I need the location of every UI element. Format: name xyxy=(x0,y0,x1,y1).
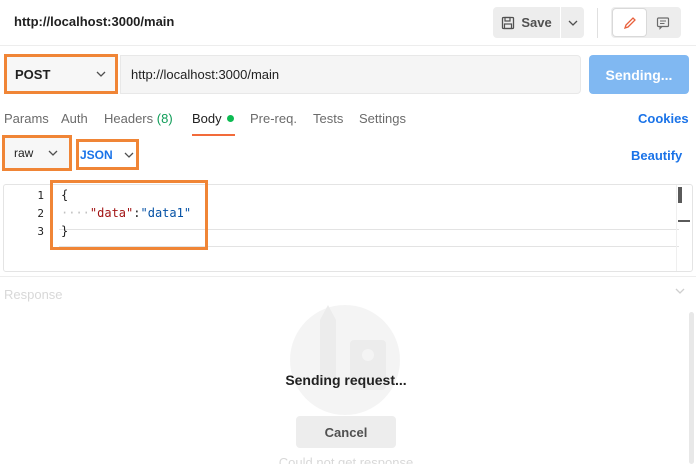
tab-params[interactable]: Params xyxy=(4,107,49,136)
cancel-button[interactable]: Cancel xyxy=(296,416,396,448)
active-tab-indicator xyxy=(192,134,235,136)
request-title[interactable]: http://localhost:3000/main xyxy=(14,14,174,29)
header-divider xyxy=(597,8,598,38)
tab-label: Pre-req. xyxy=(250,111,297,126)
save-options-button[interactable] xyxy=(560,7,584,38)
url-input[interactable]: http://localhost:3000/main xyxy=(120,55,581,94)
method-select[interactable]: POST xyxy=(4,54,118,94)
body-language-select[interactable]: JSON xyxy=(76,139,139,170)
tab-settings[interactable]: Settings xyxy=(359,107,406,136)
chevron-down-icon xyxy=(48,150,58,156)
tab-label: Params xyxy=(4,111,49,126)
chevron-down-icon xyxy=(124,152,134,158)
body-language-label: JSON xyxy=(80,147,113,162)
send-button[interactable]: Sending... xyxy=(589,55,689,94)
save-button[interactable]: Save xyxy=(493,7,560,38)
response-scrollbar[interactable] xyxy=(689,312,694,464)
tab-headers[interactable]: Headers (8) xyxy=(104,107,173,136)
tab-label: Settings xyxy=(359,111,406,126)
tab-tests[interactable]: Tests xyxy=(313,107,343,136)
response-label: Response xyxy=(4,287,63,302)
request-header: http://localhost:3000/main Save xyxy=(0,0,696,46)
line-number: 3 xyxy=(37,225,44,238)
tab-label: Body xyxy=(192,111,222,126)
editor-scroll-thumb[interactable] xyxy=(678,187,682,203)
sending-status: Sending request... xyxy=(285,372,407,388)
body-mode-select[interactable]: raw xyxy=(2,135,72,171)
tab-label: Tests xyxy=(313,111,344,126)
line-number: 1 xyxy=(37,189,44,202)
line-number-gutter: 1 2 3 xyxy=(4,185,48,271)
editor-scroll-marker xyxy=(678,220,690,222)
chevron-down-icon[interactable] xyxy=(675,288,685,294)
tab-pre-request[interactable]: Pre-req. xyxy=(250,107,297,136)
tab-auth[interactable]: Auth xyxy=(61,107,88,136)
save-button-group: Save xyxy=(493,7,584,38)
floppy-disk-icon xyxy=(502,16,515,29)
beautify-link[interactable]: Beautify xyxy=(631,148,682,163)
code-highlight-box xyxy=(50,180,208,250)
cookies-link[interactable]: Cookies xyxy=(638,111,689,126)
comments-toggle[interactable] xyxy=(646,9,679,36)
save-button-label: Save xyxy=(521,15,552,30)
body-indicator-dot xyxy=(226,115,234,122)
line-number: 2 xyxy=(37,207,44,220)
chevron-down-icon xyxy=(96,71,106,77)
tab-body[interactable]: Body xyxy=(192,107,234,136)
pencil-icon xyxy=(623,16,636,29)
edit-toggle[interactable] xyxy=(613,9,646,36)
tab-label: Auth xyxy=(61,111,88,126)
body-mode-label: raw xyxy=(14,146,34,160)
response-divider xyxy=(0,276,696,277)
chevron-down-icon xyxy=(568,20,577,26)
no-response-text: Could not get response xyxy=(278,455,414,464)
tab-label: Headers xyxy=(104,111,154,126)
method-label: POST xyxy=(15,66,51,82)
comment-icon xyxy=(656,16,669,30)
rocket-illustration-icon xyxy=(290,305,400,415)
headers-count: (8) xyxy=(156,111,173,126)
view-toggle xyxy=(611,7,681,38)
